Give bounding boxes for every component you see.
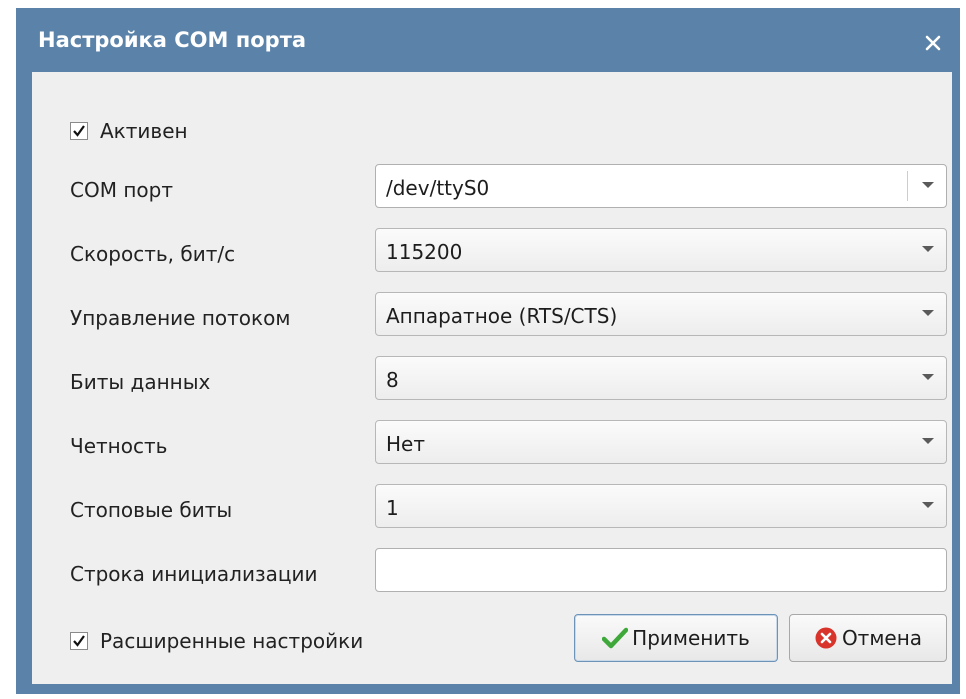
title-bar[interactable]: Настройка COM порта xyxy=(16,8,960,68)
com-port-label: COM порт xyxy=(70,178,173,202)
init-string-label: Строка инициализации xyxy=(70,562,318,586)
chevron-down-icon xyxy=(922,438,934,444)
advanced-checkbox[interactable] xyxy=(70,632,88,650)
advanced-checkbox-row[interactable]: Расширенные настройки xyxy=(70,629,363,653)
dialog-title: Настройка COM порта xyxy=(38,28,307,52)
close-icon[interactable] xyxy=(924,34,942,52)
chevron-down-icon[interactable] xyxy=(922,182,934,188)
chevron-down-icon xyxy=(922,374,934,380)
cancel-button[interactable]: Отмена xyxy=(789,614,947,662)
advanced-checkbox-label: Расширенные настройки xyxy=(100,629,364,653)
parity-value: Нет xyxy=(386,432,425,456)
com-port-settings-dialog: Настройка COM порта Активен COM порт /de… xyxy=(16,8,960,694)
chevron-down-icon xyxy=(922,310,934,316)
data-bits-label: Биты данных xyxy=(70,370,211,394)
stop-bits-label: Стоповые биты xyxy=(70,498,233,522)
com-port-value[interactable]: /dev/ttyS0 xyxy=(386,176,489,200)
parity-label: Четность xyxy=(70,434,168,458)
com-port-combobox[interactable]: /dev/ttyS0 xyxy=(375,164,947,208)
stop-bits-value: 1 xyxy=(386,496,399,520)
data-bits-value: 8 xyxy=(386,368,399,392)
active-checkbox[interactable] xyxy=(70,122,88,140)
flow-control-label: Управление потоком xyxy=(70,306,291,330)
green-check-icon xyxy=(602,627,629,649)
chevron-down-icon xyxy=(922,246,934,252)
active-checkbox-row[interactable]: Активен xyxy=(70,119,188,143)
speed-label: Скорость, бит/с xyxy=(70,242,236,266)
active-checkbox-label: Активен xyxy=(100,119,188,143)
data-bits-select[interactable]: 8 xyxy=(375,356,947,400)
checkmark-icon xyxy=(73,635,85,647)
checkmark-icon xyxy=(73,125,85,137)
red-cancel-icon xyxy=(814,626,838,650)
apply-button-label: Применить xyxy=(632,626,750,650)
flow-control-value: Аппаратное (RTS/CTS) xyxy=(386,304,618,328)
stop-bits-select[interactable]: 1 xyxy=(375,484,947,528)
cancel-button-label: Отмена xyxy=(841,626,923,650)
init-string-input[interactable] xyxy=(375,548,947,592)
speed-value: 115200 xyxy=(386,240,463,264)
combo-divider xyxy=(907,171,908,201)
flow-control-select[interactable]: Аппаратное (RTS/CTS) xyxy=(375,292,947,336)
chevron-down-icon xyxy=(922,502,934,508)
apply-button[interactable]: Применить xyxy=(574,614,778,662)
speed-select[interactable]: 115200 xyxy=(375,228,947,272)
dialog-content: Активен COM порт /dev/ttyS0 Скорость, би… xyxy=(32,72,952,684)
parity-select[interactable]: Нет xyxy=(375,420,947,464)
